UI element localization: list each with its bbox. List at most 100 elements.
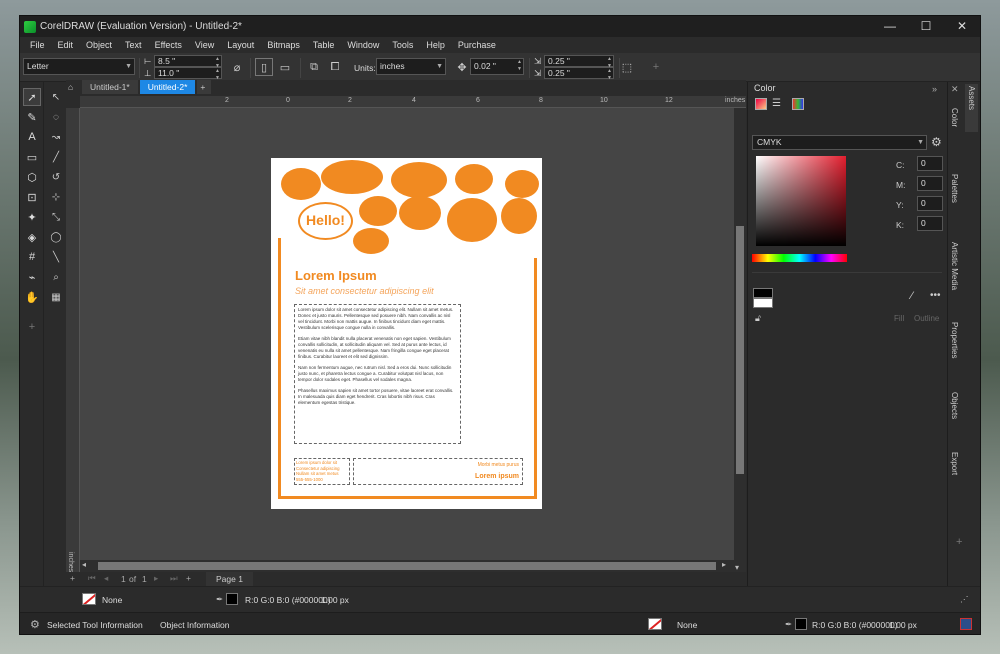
last-page-icon[interactable]: ⏭	[170, 573, 178, 584]
new-tab-icon[interactable]: +	[197, 80, 212, 94]
vertical-scroll-thumb[interactable]	[736, 226, 744, 474]
collapse-icon[interactable]: »	[932, 84, 937, 94]
outline-color-swatch[interactable]	[226, 593, 238, 605]
tab-untitled-1[interactable]: Untitled-1*	[82, 80, 138, 94]
color-model-select[interactable]: CMYK ▼	[752, 135, 927, 150]
speech-bubble[interactable]	[353, 228, 389, 254]
first-page-icon[interactable]: ⏮	[88, 573, 96, 584]
menu-edit[interactable]: Edit	[58, 40, 74, 50]
eyedropper-tool-icon[interactable]: ⌁	[23, 268, 41, 286]
color-sliders-icon[interactable]: ☰	[772, 98, 781, 109]
speech-bubble[interactable]	[359, 196, 397, 226]
portrait-icon[interactable]: ▯	[255, 58, 273, 76]
menu-text[interactable]: Text	[125, 40, 142, 50]
next-page-icon[interactable]: ▸	[154, 573, 158, 584]
tab-objects[interactable]: Objects	[950, 392, 959, 419]
page-tab[interactable]: Page 1	[206, 572, 253, 586]
page-height-input[interactable]: 11.0 " ▲ ▼	[154, 67, 222, 81]
mesh-icon[interactable]: ⊹	[47, 188, 65, 206]
chevron-right-icon[interactable]: ▸	[722, 560, 726, 569]
drawing-canvas[interactable]: Hello! Lorem Ipsum Sit amet consectetur …	[80, 108, 734, 572]
minimize-icon[interactable]: —	[872, 16, 908, 37]
y-input[interactable]: 0	[917, 196, 943, 211]
chevron-left-icon[interactable]: ◂	[82, 560, 86, 569]
speech-bubble[interactable]	[321, 160, 383, 194]
color-palettes-icon[interactable]	[792, 98, 804, 110]
menu-layout[interactable]: Layout	[227, 40, 254, 50]
speech-bubble[interactable]	[455, 164, 493, 194]
color-viewers-icon[interactable]	[755, 98, 767, 110]
table-tool-icon[interactable]: #	[23, 248, 41, 266]
text-tool-icon[interactable]: A	[23, 128, 41, 146]
resize-grip-icon[interactable]: ⋰	[960, 594, 969, 605]
k-input[interactable]: 0	[917, 216, 943, 231]
body-text-frame[interactable]: Lorem ipsum dolor sit amet consectetur a…	[294, 304, 461, 444]
fill-none-swatch[interactable]	[648, 618, 662, 630]
add-tool-icon[interactable]: +	[23, 318, 41, 336]
new-color-swatch[interactable]	[753, 298, 773, 308]
eyedropper-icon[interactable]: ⁄	[911, 290, 913, 302]
orange-border-left[interactable]	[278, 238, 281, 499]
smart-draw-icon[interactable]: ↺	[47, 168, 65, 186]
outline-color-swatch[interactable]	[795, 618, 807, 630]
duplicate-y-input[interactable]: 0.25 " ▲ ▼	[544, 67, 614, 81]
node-icon[interactable]: ⤡	[47, 208, 65, 226]
zoom-icon[interactable]: ⌕	[47, 268, 65, 286]
landscape-icon[interactable]: ▭	[276, 58, 294, 76]
selected-tool-info[interactable]: Selected Tool Information	[47, 620, 143, 630]
tab-export[interactable]: Export	[950, 452, 959, 475]
footer-left-frame[interactable]: Lorem ipsum dolor sit Consectetur adipis…	[294, 458, 350, 485]
menu-table[interactable]: Table	[313, 40, 335, 50]
page-size-select[interactable]: Letter ▼	[23, 58, 135, 75]
vertical-scrollbar[interactable]: ▾	[734, 108, 746, 574]
line-icon[interactable]: ╱	[47, 148, 65, 166]
object-info[interactable]: Object Information	[160, 620, 229, 630]
menu-tools[interactable]: Tools	[392, 40, 413, 50]
nudge-input[interactable]: 0.02 " ▲ ▼	[470, 58, 524, 75]
speech-bubble[interactable]	[281, 168, 321, 200]
gear-icon[interactable]: ⚙	[931, 135, 942, 149]
speech-bubble[interactable]	[391, 162, 447, 198]
hue-slider[interactable]	[752, 254, 847, 262]
m-input[interactable]: 0	[917, 176, 943, 191]
page-layout-icon[interactable]: ⌀	[228, 58, 246, 76]
c-input[interactable]: 0	[917, 156, 943, 171]
reference-color-swatch[interactable]	[753, 288, 773, 298]
fill-button[interactable]: Fill	[894, 314, 904, 323]
blob-icon[interactable]: ◯	[47, 228, 65, 246]
shapes-tool-icon[interactable]: ⬡	[23, 168, 41, 186]
prev-page-icon[interactable]: ◂	[104, 573, 108, 584]
rectangle-tool-icon[interactable]: ▭	[23, 148, 41, 166]
lasso-icon[interactable]: ◌	[47, 108, 65, 126]
all-pages-icon[interactable]: ⧉	[305, 58, 323, 76]
lock-icon[interactable]: 🔓︎	[755, 313, 761, 324]
speech-bubble[interactable]	[505, 170, 539, 198]
add-icon[interactable]: +	[647, 58, 665, 76]
horizontal-scroll-thumb[interactable]	[98, 562, 716, 570]
close-icon[interactable]: ✕	[944, 16, 980, 37]
headline[interactable]: Lorem Ipsum	[295, 268, 377, 283]
duplicate-x-input[interactable]: 0.25 " ▲ ▼	[544, 55, 614, 69]
gear-icon[interactable]: ⚙	[30, 618, 40, 631]
chevron-down-icon[interactable]: ▾	[735, 563, 739, 572]
more-icon[interactable]: •••	[930, 290, 941, 301]
menu-purchase[interactable]: Purchase	[458, 40, 496, 50]
menu-bitmaps[interactable]: Bitmaps	[267, 40, 300, 50]
speech-bubble[interactable]	[447, 198, 497, 242]
maximize-icon[interactable]: ☐	[908, 16, 944, 37]
page-frame-icon[interactable]: ⬚	[618, 58, 636, 76]
menu-help[interactable]: Help	[426, 40, 445, 50]
add-page-end-icon[interactable]: +	[186, 573, 191, 583]
orange-border-right[interactable]	[534, 258, 537, 499]
hello-bubble[interactable]: Hello!	[298, 202, 353, 240]
add-docker-icon[interactable]: +	[956, 536, 962, 548]
add-page-icon[interactable]: +	[70, 573, 75, 583]
tab-properties[interactable]: Properties	[950, 322, 959, 358]
tab-palettes[interactable]: Palettes	[950, 174, 959, 203]
pick-tool-icon[interactable]: ➚	[23, 88, 41, 106]
color-proof-icon[interactable]	[960, 618, 972, 630]
docker-close-icon[interactable]: ✕	[951, 84, 959, 95]
shape-tool-icon[interactable]: ✎	[23, 108, 41, 126]
menu-object[interactable]: Object	[86, 40, 112, 50]
bezier-icon[interactable]: ↝	[47, 128, 65, 146]
